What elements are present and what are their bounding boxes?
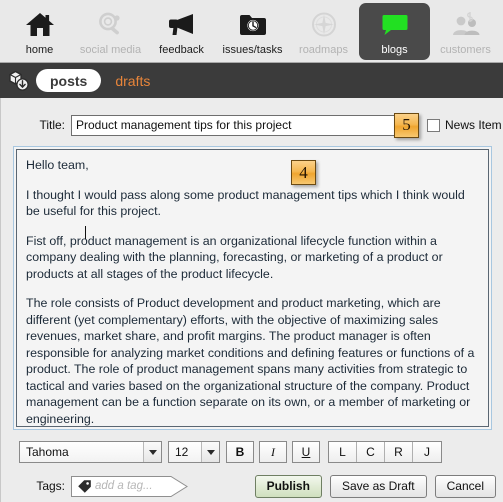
step-badge-5-value: 5 — [402, 115, 411, 134]
action-button-row: Publish Save as Draft Cancel — [247, 471, 496, 501]
publish-button[interactable]: Publish — [254, 474, 322, 498]
news-item-label: News Item — [445, 118, 502, 132]
body-paragraph-1: Hello team, — [26, 158, 89, 172]
nav-label-customers: customers — [440, 44, 491, 56]
post-body-wrapper: Hello team, I thought I would pass along… — [13, 146, 492, 430]
section-tab-strip: posts drafts — [0, 63, 503, 98]
nav-label-blogs: blogs — [381, 44, 408, 56]
title-input[interactable] — [71, 114, 417, 136]
folder-clock-icon — [236, 8, 270, 40]
tags-placeholder: add a tag... — [95, 479, 153, 492]
nav-label-roadmaps: roadmaps — [299, 44, 348, 56]
tab-posts[interactable]: posts — [36, 69, 102, 92]
tag-icon — [77, 479, 92, 494]
chevron-down-icon[interactable] — [201, 442, 219, 462]
magnifier-icon — [94, 8, 128, 40]
post-editor-panel: Title: 5 News Item Hello team, I thought… — [0, 98, 503, 502]
nav-item-home[interactable]: home — [4, 3, 75, 60]
step-badge-4: 4 — [291, 160, 316, 185]
post-body-textarea[interactable]: Hello team, I thought I would pass along… — [16, 149, 489, 427]
nav-label-social-media: social media — [79, 44, 142, 56]
tab-drafts[interactable]: drafts — [101, 69, 164, 92]
main-navigation-bar: home social media feedback issues/tasks … — [0, 0, 503, 63]
font-size-select[interactable]: 12 — [168, 441, 220, 463]
chevron-down-icon[interactable] — [143, 442, 161, 462]
font-family-select[interactable]: Tahoma — [19, 441, 162, 463]
body-paragraph-3: Fist off, product management is an organ… — [26, 233, 443, 281]
nav-item-issues-tasks[interactable]: issues/tasks — [217, 3, 288, 60]
tags-label: Tags: — [36, 479, 65, 493]
people-icon — [449, 8, 483, 40]
formatting-toolbar: Tahoma 12 B I U L C R J — [19, 441, 442, 463]
house-icon — [23, 8, 57, 40]
speech-bubble-icon — [378, 8, 412, 40]
package-download-icon — [6, 68, 32, 94]
nav-label-home: home — [25, 44, 54, 56]
font-family-value: Tahoma — [26, 445, 69, 459]
step-badge-4-value: 4 — [299, 162, 308, 182]
nav-label-issues-tasks: issues/tasks — [222, 44, 283, 56]
nav-item-feedback[interactable]: feedback — [146, 3, 217, 60]
font-size-value: 12 — [175, 445, 189, 459]
step-badge-5: 5 — [394, 112, 419, 138]
align-center-button[interactable]: C — [357, 442, 385, 462]
title-label: Title: — [39, 118, 65, 132]
nav-item-customers[interactable]: customers — [430, 3, 501, 60]
underline-button[interactable]: U — [292, 441, 320, 463]
italic-button[interactable]: I — [259, 441, 287, 463]
blog-editor-window: home social media feedback issues/tasks … — [0, 0, 503, 502]
tags-input[interactable]: add a tag... — [71, 475, 188, 497]
tab-posts-label: posts — [50, 72, 88, 89]
nav-item-roadmaps[interactable]: roadmaps — [288, 3, 359, 60]
bold-button[interactable]: B — [226, 441, 254, 463]
body-paragraph-4: The role consists of Product development… — [26, 296, 475, 426]
body-paragraph-2: I thought I would pass along some produc… — [26, 187, 465, 219]
align-left-button[interactable]: L — [329, 442, 357, 462]
editor-footer: Tags: add a tag... Publish Save as Draft… — [1, 471, 503, 501]
title-field-wrapper: 5 — [71, 112, 419, 138]
news-item-group: News Item — [427, 118, 502, 132]
megaphone-icon — [165, 8, 199, 40]
nav-item-social-media[interactable]: social media — [75, 3, 146, 60]
nav-item-blogs[interactable]: blogs — [359, 3, 430, 60]
save-as-draft-button[interactable]: Save as Draft — [329, 474, 427, 498]
news-item-checkbox[interactable] — [427, 118, 440, 132]
cancel-button[interactable]: Cancel — [434, 474, 496, 498]
tab-drafts-label: drafts — [115, 72, 151, 89]
text-cursor — [85, 226, 86, 239]
nav-label-feedback: feedback — [159, 44, 204, 56]
align-right-button[interactable]: R — [385, 442, 413, 462]
align-justify-button[interactable]: J — [413, 442, 441, 462]
alignment-button-group: L C R J — [328, 441, 442, 463]
title-row: Title: 5 News Item — [1, 112, 503, 138]
compass-icon — [307, 8, 341, 40]
